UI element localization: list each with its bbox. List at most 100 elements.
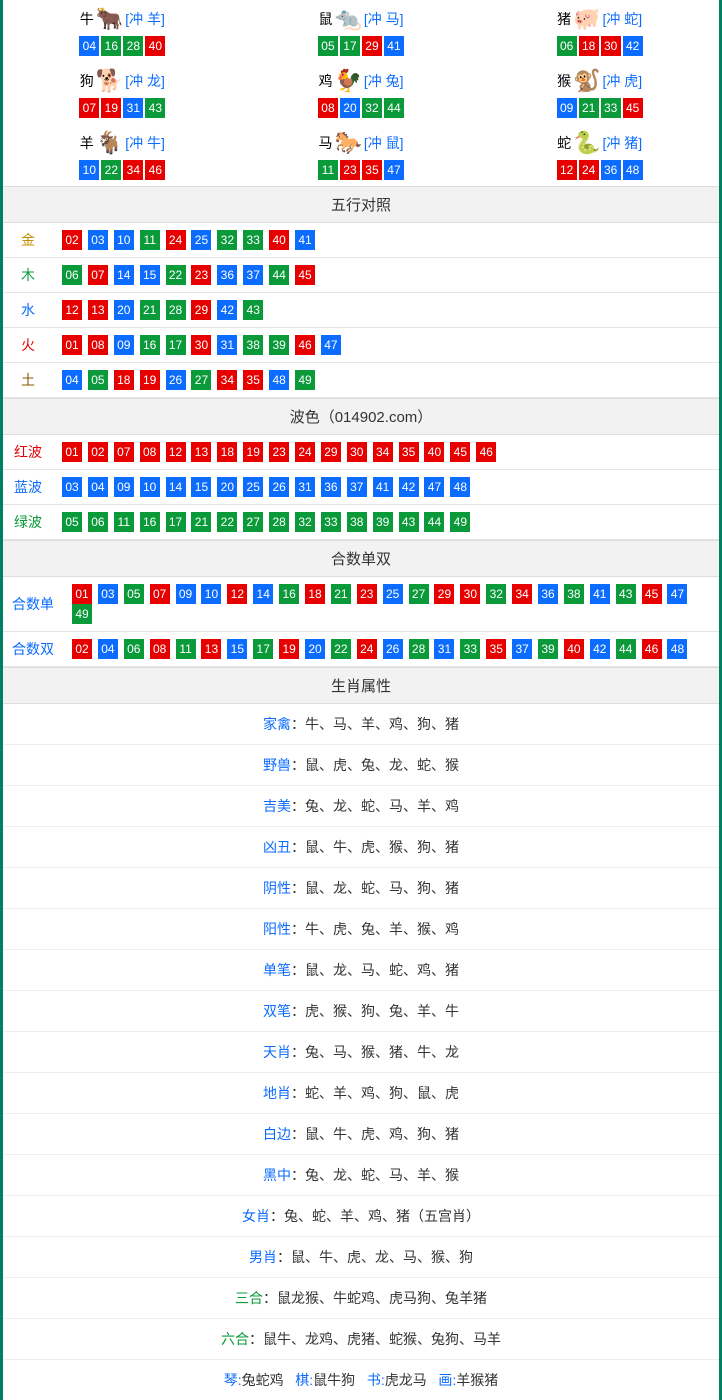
zodiac-conflict: [冲 蛇] — [603, 9, 643, 29]
number-pill: 42 — [623, 36, 643, 56]
table-row: 蓝波03 04 09 10 14 15 20 25 26 31 36 37 41… — [3, 470, 719, 505]
number-pill: 19 — [140, 370, 160, 390]
attr-header: 生肖属性 — [3, 667, 719, 704]
number-pill: 08 — [88, 335, 108, 355]
heshu-header: 合数单双 — [3, 540, 719, 577]
zodiac-conflict: [冲 羊] — [125, 9, 165, 29]
number-pill: 28 — [269, 512, 289, 532]
attr-value: ：鼠、牛、虎、鸡、狗、猪 — [291, 1126, 459, 1142]
number-pill: 40 — [424, 442, 444, 462]
number-pill: 24 — [295, 442, 315, 462]
zodiac-conflict: [冲 牛] — [125, 133, 165, 153]
attr-key: 单笔 — [263, 962, 291, 978]
row-nums: 01 08 09 16 17 30 31 38 39 46 47 — [53, 328, 719, 363]
attr-value: ：鼠、龙、马、蛇、鸡、猪 — [291, 962, 459, 978]
number-pill: 16 — [101, 36, 121, 56]
zodiac-conflict: [冲 猪] — [603, 133, 643, 153]
number-pill: 47 — [384, 160, 404, 180]
row-nums: 04 05 18 19 26 27 34 35 48 49 — [53, 363, 719, 398]
number-pill: 04 — [62, 370, 82, 390]
gender-key: 女肖 — [242, 1208, 270, 1224]
attr-row: 吉美：兔、龙、蛇、马、羊、鸡 — [3, 786, 719, 827]
number-pill: 14 — [253, 584, 273, 604]
zodiac-icon: 🐓 — [334, 70, 361, 92]
number-pill: 27 — [409, 584, 429, 604]
number-pill: 23 — [269, 442, 289, 462]
number-pill: 16 — [279, 584, 299, 604]
number-pill: 29 — [191, 300, 211, 320]
number-pill: 08 — [318, 98, 338, 118]
number-pill: 43 — [616, 584, 636, 604]
number-pill: 35 — [486, 639, 506, 659]
zodiac-cell: 猪🐖[冲 蛇]06183042 — [480, 0, 719, 62]
qin-value: 鼠牛狗 — [313, 1372, 355, 1388]
number-pill: 04 — [98, 639, 118, 659]
number-pill: 06 — [557, 36, 577, 56]
zodiac-name: 羊 — [80, 133, 94, 153]
zodiac-title: 鼠🐀[冲 马] — [318, 8, 403, 30]
attr-row: 双笔：虎、猴、狗、兔、羊、牛 — [3, 991, 719, 1032]
number-pill: 09 — [557, 98, 577, 118]
zodiac-name: 猪 — [557, 9, 571, 29]
attr-key: 阴性 — [263, 880, 291, 896]
number-pill: 42 — [590, 639, 610, 659]
number-pill: 06 — [124, 639, 144, 659]
zodiac-icon: 🐂 — [96, 8, 123, 30]
row-nums: 05 06 11 16 17 21 22 27 28 32 33 38 39 4… — [53, 505, 719, 540]
number-pill: 29 — [362, 36, 382, 56]
gender-key: 男肖 — [249, 1249, 277, 1265]
zodiac-cell: 牛🐂[冲 羊]04162840 — [3, 0, 242, 62]
number-pill: 22 — [166, 265, 186, 285]
row-nums: 02 04 06 08 11 13 15 17 19 20 22 24 26 2… — [63, 632, 719, 667]
number-pill: 12 — [557, 160, 577, 180]
attr-row: 阳性：牛、虎、兔、羊、猴、鸡 — [3, 909, 719, 950]
zodiac-title: 羊🐐[冲 牛] — [80, 132, 165, 154]
zodiac-cell: 马🐎[冲 鼠]11233547 — [242, 124, 481, 186]
number-pill: 21 — [579, 98, 599, 118]
number-pill: 45 — [623, 98, 643, 118]
number-pill: 42 — [399, 477, 419, 497]
attr-row: 凶丑：鼠、牛、虎、猴、狗、猪 — [3, 827, 719, 868]
attr-key: 地肖 — [263, 1085, 291, 1101]
zodiac-nums: 09213345 — [480, 98, 719, 118]
number-pill: 36 — [538, 584, 558, 604]
row-label: 合数双 — [3, 632, 63, 667]
number-pill: 33 — [601, 98, 621, 118]
number-pill: 49 — [295, 370, 315, 390]
number-pill: 18 — [114, 370, 134, 390]
zodiac-name: 鼠 — [318, 9, 332, 29]
qin-label: 棋: — [295, 1372, 313, 1388]
number-pill: 31 — [434, 639, 454, 659]
number-pill: 05 — [88, 370, 108, 390]
zodiac-cell: 羊🐐[冲 牛]10223446 — [3, 124, 242, 186]
number-pill: 20 — [305, 639, 325, 659]
attr-value: ：蛇、羊、鸡、狗、鼠、虎 — [291, 1085, 459, 1101]
number-pill: 14 — [166, 477, 186, 497]
number-pill: 04 — [88, 477, 108, 497]
number-pill: 45 — [295, 265, 315, 285]
zodiac-nums: 05172941 — [242, 36, 481, 56]
zodiac-icon: 🐐 — [96, 132, 123, 154]
attr-value: ：鼠、牛、虎、猴、狗、猪 — [291, 839, 459, 855]
attr-row: 天肖：兔、马、猴、猪、牛、龙 — [3, 1032, 719, 1073]
number-pill: 19 — [279, 639, 299, 659]
attr-key: 天肖 — [263, 1044, 291, 1060]
number-pill: 02 — [88, 442, 108, 462]
attr-row: 白边：鼠、牛、虎、鸡、狗、猪 — [3, 1114, 719, 1155]
zodiac-name: 鸡 — [318, 71, 332, 91]
liuhe-row: 六合：鼠牛、龙鸡、虎猪、蛇猴、兔狗、马羊 — [3, 1319, 719, 1360]
number-pill: 48 — [623, 160, 643, 180]
number-pill: 34 — [123, 160, 143, 180]
number-pill: 03 — [98, 584, 118, 604]
number-pill: 05 — [124, 584, 144, 604]
number-pill: 42 — [217, 300, 237, 320]
number-pill: 49 — [450, 512, 470, 532]
number-pill: 20 — [114, 300, 134, 320]
number-pill: 12 — [227, 584, 247, 604]
bose-header: 波色（014902.com） — [3, 398, 719, 435]
attr-key: 阳性 — [263, 921, 291, 937]
number-pill: 41 — [295, 230, 315, 250]
number-pill: 47 — [667, 584, 687, 604]
number-pill: 45 — [642, 584, 662, 604]
number-pill: 22 — [331, 639, 351, 659]
